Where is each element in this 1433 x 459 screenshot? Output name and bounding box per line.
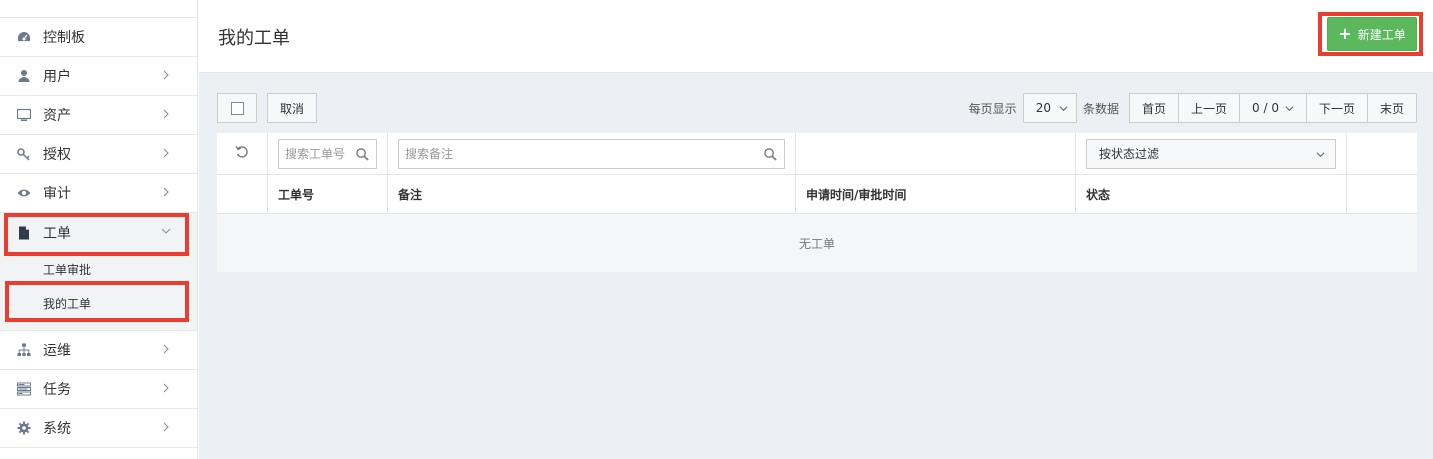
new-ticket-label: 新建工单 (1357, 27, 1406, 42)
actions-filter-cell (1347, 133, 1417, 174)
sidebar-item-label: 用户 (43, 69, 71, 85)
sidebar-item-assets[interactable]: 资产 (0, 96, 197, 135)
sidebar-item-ops[interactable]: 运维 (0, 331, 197, 370)
chevron-right-icon (163, 187, 169, 197)
tasks-icon (17, 382, 31, 396)
sidebar-item-dashboard[interactable]: 控制板 (0, 18, 197, 57)
sidebar-item-label: 任务 (43, 382, 71, 398)
search-icon (764, 147, 777, 161)
monitor-icon (17, 108, 31, 122)
chevron-right-icon (163, 383, 169, 393)
table-toolbar: 取消 每页显示 20 条数据 首页 上一页 0 / 0 下一页 末页 (217, 93, 1417, 123)
page-title: 我的工单 (218, 28, 290, 49)
per-page-suffix: 条数据 (1082, 101, 1119, 116)
per-page-select[interactable]: 20 (1022, 93, 1077, 123)
ticket-submenu: 工单审批 我的工单 (0, 252, 197, 331)
header-row: 工单号 备注 申请时间/审批时间 状态 (217, 175, 1417, 214)
plus-icon: + (1338, 24, 1352, 43)
eye-icon (17, 186, 31, 200)
sidebar-item-audit[interactable]: 审计 (0, 174, 197, 213)
sidebar-item-label: 工单 (43, 225, 71, 242)
user-icon (17, 69, 31, 83)
status-filter-select[interactable]: 按状态过滤 (1086, 138, 1336, 169)
per-page-prefix: 每页显示 (968, 101, 1017, 116)
chevron-right-icon (163, 422, 169, 432)
checkbox-icon (230, 101, 244, 115)
search-icon (356, 147, 369, 161)
last-page-button[interactable]: 末页 (1367, 93, 1417, 123)
ticket-no-filter-cell: 搜索工单号 (268, 133, 388, 174)
chevron-down-icon (1316, 151, 1325, 157)
remark-search-input[interactable]: 搜索备注 (398, 138, 785, 169)
chevron-down-icon (1285, 105, 1294, 111)
prev-page-button[interactable]: 上一页 (1179, 93, 1241, 123)
key-icon (17, 147, 31, 161)
sidebar-item-users[interactable]: 用户 (0, 57, 197, 96)
page-indicator-select[interactable]: 0 / 0 (1240, 93, 1307, 123)
status-filter-cell: 按状态过滤 (1076, 133, 1347, 174)
sidebar-item-label: 运维 (43, 343, 71, 359)
chevron-right-icon (163, 109, 169, 119)
page-header: 我的工单 + 新建工单 (199, 0, 1433, 73)
sidebar-item-label: 系统 (43, 421, 71, 437)
sidebar-top-spacer (0, 0, 197, 18)
new-ticket-button[interactable]: + 新建工单 (1327, 17, 1417, 51)
page-indicator: 0 / 0 (1252, 101, 1279, 115)
cancel-button[interactable]: 取消 (267, 93, 317, 123)
remark-filter-cell: 搜索备注 (388, 133, 796, 174)
column-header-actions (1347, 175, 1417, 213)
first-page-button[interactable]: 首页 (1128, 93, 1179, 123)
sidebar-item-label: 控制板 (43, 30, 85, 46)
tickets-table: 搜索工单号 搜索备注 按状态过滤 工单号 备注 申请时间/审批时间 状态 无工单 (217, 133, 1417, 272)
main-content: 我的工单 + 新建工单 取消 每页显示 20 条数据 首页 上一页 0 / 0 (199, 0, 1433, 459)
ticket-no-placeholder: 搜索工单号 (285, 147, 346, 161)
sidebar-item-tickets[interactable]: 工单 (0, 213, 197, 252)
chevron-right-icon (163, 70, 169, 80)
chevron-down-icon (161, 228, 171, 234)
column-header-ticket-no: 工单号 (268, 175, 388, 213)
sitemap-icon (17, 343, 31, 357)
reset-filter-cell (217, 133, 268, 174)
chevron-right-icon (163, 148, 169, 158)
select-all-button[interactable] (217, 93, 257, 123)
remark-placeholder: 搜索备注 (405, 147, 454, 161)
sidebar-item-tasks[interactable]: 任务 (0, 370, 197, 409)
time-filter-cell (796, 133, 1076, 174)
per-page-value: 20 (1035, 101, 1051, 115)
header-select-cell (217, 175, 268, 213)
status-filter-label: 按状态过滤 (1099, 147, 1160, 161)
dashboard-icon (17, 30, 31, 44)
sidebar-item-system[interactable]: 系统 (0, 409, 197, 448)
sidebar-item-label: 审计 (43, 186, 71, 202)
sidebar-item-label: 授权 (43, 147, 71, 163)
submenu-item-ticket-approval[interactable]: 工单审批 (0, 252, 197, 286)
gear-icon (17, 421, 31, 435)
sidebar-item-label: 资产 (43, 108, 71, 124)
ticket-no-search-input[interactable]: 搜索工单号 (278, 138, 377, 169)
next-page-button[interactable]: 下一页 (1306, 93, 1368, 123)
pager-buttons: 首页 上一页 0 / 0 下一页 末页 (1128, 93, 1417, 123)
column-header-time: 申请时间/审批时间 (796, 175, 1076, 213)
filter-row: 搜索工单号 搜索备注 按状态过滤 (217, 133, 1417, 175)
column-header-remark: 备注 (388, 175, 796, 213)
submenu-item-my-tickets[interactable]: 我的工单 (0, 286, 197, 320)
pagination: 每页显示 20 条数据 首页 上一页 0 / 0 下一页 末页 (969, 93, 1417, 123)
reset-icon[interactable] (235, 145, 249, 163)
column-header-status: 状态 (1076, 175, 1347, 213)
sidebar-item-permissions[interactable]: 授权 (0, 135, 197, 174)
chevron-down-icon (1059, 105, 1068, 111)
empty-state: 无工单 (217, 214, 1417, 272)
file-icon (17, 226, 31, 240)
chevron-right-icon (163, 344, 169, 354)
sidebar: 控制板 用户 资产 授权 审计 工单 工单审批 我的工单 运维 任务 系统 (0, 0, 198, 459)
